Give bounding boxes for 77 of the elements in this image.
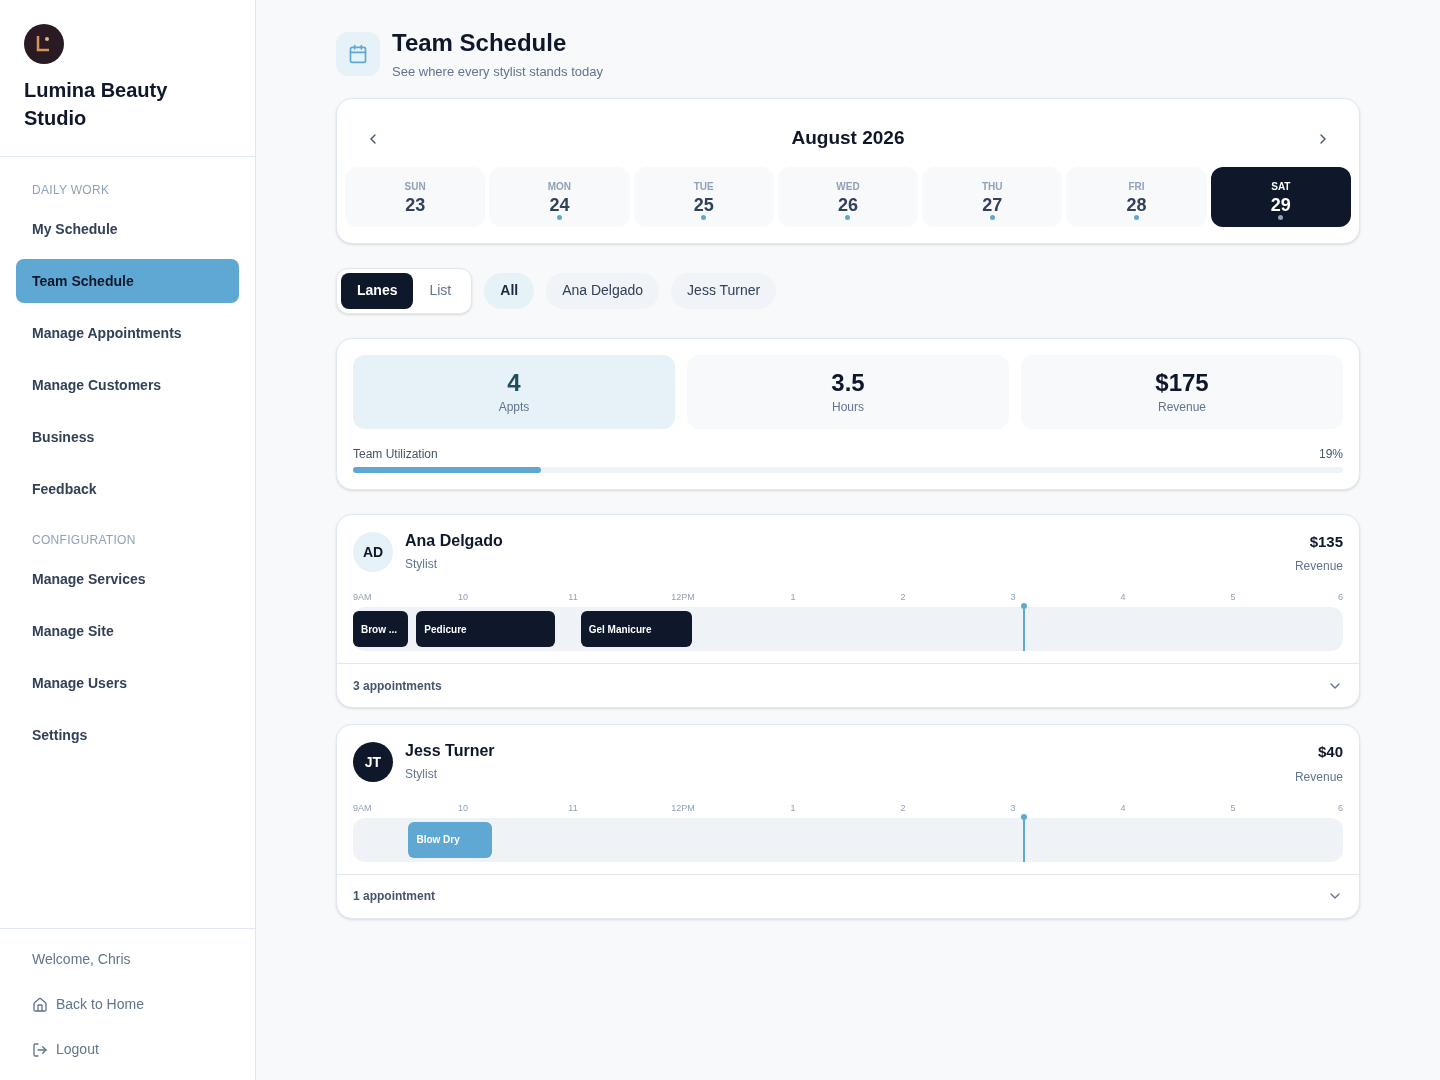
hour-label: 3 xyxy=(1010,801,1016,815)
hour-label: 1 xyxy=(790,591,796,604)
hour-label: 5 xyxy=(1230,591,1236,604)
utilization-label: Team Utilization xyxy=(353,445,438,463)
nav-item[interactable]: Team Schedule xyxy=(16,259,239,303)
hour-label: 9AM xyxy=(353,591,372,604)
hour-label: 4 xyxy=(1120,801,1126,815)
nav-item[interactable]: Manage Users xyxy=(16,661,239,705)
hour-label: 11 xyxy=(568,801,578,815)
stat-tile: 3.5 Hours xyxy=(687,354,1009,429)
nav-item[interactable]: Feedback xyxy=(16,467,239,511)
filter-chip[interactable]: Jess Turner xyxy=(671,272,777,309)
logo-icon xyxy=(24,24,64,64)
appointment-block[interactable]: Gel Manicure xyxy=(580,611,692,647)
hour-label: 9AM xyxy=(353,801,372,815)
hour-label: 5 xyxy=(1230,801,1236,815)
brand-name: Lumina Beauty Studio xyxy=(24,78,169,131)
revenue-label: Revenue xyxy=(1294,768,1343,786)
stylist-name: Jess Turner xyxy=(405,741,495,761)
appointment-count: 1 appointment xyxy=(353,888,435,905)
month-label: August 2026 xyxy=(791,126,905,151)
section-heading: DAILY WORK xyxy=(31,182,111,199)
hour-label: 4 xyxy=(1120,591,1126,604)
hour-label: 11 xyxy=(568,591,578,604)
nav-item[interactable]: Manage Site xyxy=(16,609,239,653)
current-time-marker xyxy=(1021,603,1028,651)
nav-item[interactable]: Business xyxy=(16,415,239,459)
revenue-amount: $135 xyxy=(1309,531,1343,552)
welcome-text: Welcome, Chris xyxy=(32,950,132,969)
view-tab[interactable]: Lanes xyxy=(341,272,414,309)
nav-item[interactable]: Settings xyxy=(16,713,239,757)
revenue-amount: $40 xyxy=(1317,742,1343,762)
home-icon xyxy=(32,996,48,1013)
hour-label: 2 xyxy=(900,591,906,604)
stat-tile: 4 Appts xyxy=(353,354,675,429)
hour-label: 6 xyxy=(1338,591,1343,604)
appointment-block[interactable]: Pedicure xyxy=(416,611,555,647)
nav-item[interactable]: Manage Customers xyxy=(16,363,239,407)
section-heading: CONFIGURATION xyxy=(31,532,137,549)
hour-label: 12PM xyxy=(671,801,695,815)
utilization-reading: 19% xyxy=(1318,445,1343,463)
nav-item[interactable]: Manage Services xyxy=(16,557,239,601)
filter-chip[interactable]: All xyxy=(484,272,535,309)
nav-item[interactable]: My Schedule xyxy=(16,207,239,251)
day-tile[interactable]: SUN 23 xyxy=(345,166,486,227)
logout-icon xyxy=(32,1041,48,1058)
view-tab[interactable]: List xyxy=(413,272,468,309)
hour-label: 12PM xyxy=(671,591,695,604)
hour-label: 6 xyxy=(1338,801,1343,815)
hour-label: 1 xyxy=(790,801,796,815)
day-tile[interactable]: WED 26 xyxy=(777,166,919,227)
day-tile[interactable]: SAT 29 xyxy=(1210,166,1351,227)
calendar-icon xyxy=(348,44,368,64)
day-tile[interactable]: FRI 28 xyxy=(1066,166,1207,227)
hour-label: 10 xyxy=(458,801,468,815)
appointment-block[interactable]: Brow ... xyxy=(353,611,409,647)
stylist-role: Stylist xyxy=(405,555,438,573)
day-tile[interactable]: THU 27 xyxy=(922,166,1063,227)
hour-label: 3 xyxy=(1010,591,1016,604)
logout-link[interactable]: Logout xyxy=(32,1039,223,1060)
avatar: JT xyxy=(353,742,393,782)
appointment-count: 3 appointments xyxy=(353,677,442,695)
stat-tile: $175 Revenue xyxy=(1021,354,1343,429)
day-tile[interactable]: MON 24 xyxy=(489,166,630,227)
current-time-marker xyxy=(1021,813,1028,862)
hour-label: 10 xyxy=(458,591,468,604)
filter-chip[interactable]: Ana Delgado xyxy=(546,272,660,309)
stylist-role: Stylist xyxy=(405,766,438,783)
home-link[interactable]: Back to Home xyxy=(32,994,223,1015)
hour-label: 2 xyxy=(900,801,906,815)
stylist-name: Ana Delgado xyxy=(405,530,503,551)
day-tile[interactable]: TUE 25 xyxy=(633,166,774,227)
page-subtitle: See where every stylist stands today xyxy=(392,63,603,81)
avatar: AD xyxy=(353,531,393,572)
page-title: Team Schedule xyxy=(392,28,568,58)
nav-item[interactable]: Manage Appointments xyxy=(16,311,239,355)
revenue-label: Revenue xyxy=(1294,558,1343,575)
